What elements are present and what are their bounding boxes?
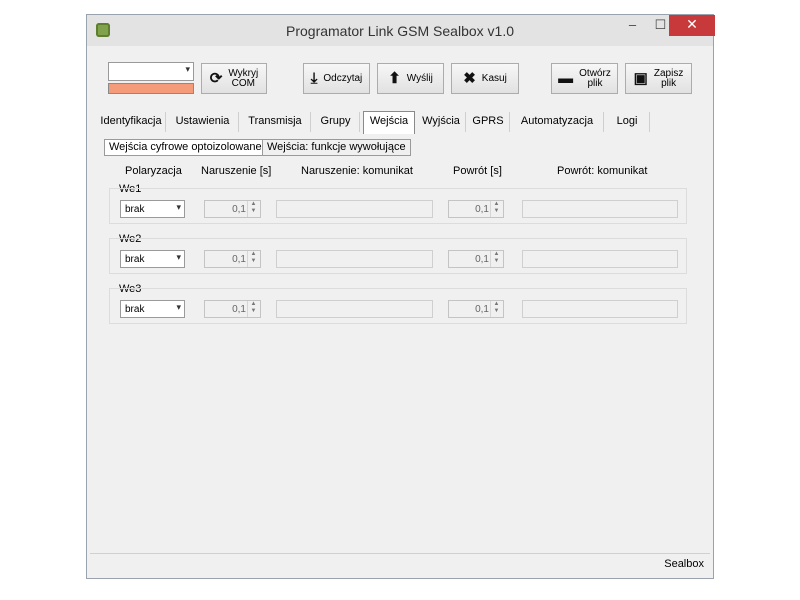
- polarization-select-we1[interactable]: brak ▾: [120, 200, 185, 218]
- restore-msg-field-we1[interactable]: [522, 200, 678, 218]
- app-window: Programator Link GSM Sealbox v1.0 – ☐ ✕ …: [86, 14, 715, 579]
- violation-msg-field-we1[interactable]: [276, 200, 433, 218]
- tab-automatyzacja[interactable]: Automatyzacja: [511, 112, 604, 132]
- tab-ustawienia[interactable]: Ustawienia: [167, 112, 239, 132]
- upload-icon: ⬆: [388, 70, 401, 87]
- polarization-select-we2[interactable]: brak ▾: [120, 250, 185, 268]
- spin-arrows-icon[interactable]: ▲ ▼: [247, 251, 259, 267]
- minimize-button[interactable]: –: [619, 15, 646, 36]
- chevron-down-icon: ▾: [185, 64, 190, 74]
- chevron-down-icon: ▾: [176, 202, 181, 212]
- violation-msg-field-we2[interactable]: [276, 250, 433, 268]
- spin-arrows-icon[interactable]: ▲ ▼: [247, 201, 259, 217]
- save-file-button[interactable]: ▣ Zapisz plik: [625, 63, 692, 94]
- read-button[interactable]: ⤓ Odczytaj: [303, 63, 370, 94]
- folder-icon: ▬: [558, 70, 574, 87]
- chevron-down-icon: ▾: [176, 252, 181, 262]
- spin-arrows-icon[interactable]: ▲ ▼: [490, 201, 502, 217]
- clear-icon: ✖: [463, 70, 476, 87]
- download-icon: ⤓: [310, 70, 318, 87]
- port-status-bar: [108, 83, 194, 94]
- tab-wejscia[interactable]: Wejścia: [363, 111, 415, 134]
- restore-spinner-we2[interactable]: 0,1 ▲ ▼: [448, 250, 504, 268]
- com-port-select[interactable]: ▾: [108, 62, 194, 81]
- tab-wyjscia[interactable]: Wyjścia: [417, 112, 466, 132]
- save-icon: ▣: [633, 70, 648, 87]
- clear-button[interactable]: ✖ Kasuj: [451, 63, 519, 94]
- chevron-down-icon: ▾: [176, 302, 181, 312]
- tab-logi[interactable]: Logi: [605, 112, 650, 132]
- send-button[interactable]: ⬆ Wyślij: [377, 63, 444, 94]
- status-text: Sealbox: [664, 558, 704, 570]
- detect-com-button[interactable]: ⟳ Wykryj COM: [201, 63, 267, 94]
- violation-spinner-we3[interactable]: 0,1 ▲ ▼: [204, 300, 261, 318]
- subtab-optoisolated[interactable]: Wejścia cyfrowe optoizolowane: [104, 139, 267, 156]
- tab-transmisja[interactable]: Transmisja: [240, 112, 311, 132]
- restore-spinner-we1[interactable]: 0,1 ▲ ▼: [448, 200, 504, 218]
- header-restore-msg: Powrót: komunikat: [557, 165, 648, 177]
- refresh-icon: ⟳: [209, 70, 223, 87]
- spin-arrows-icon[interactable]: ▲ ▼: [247, 301, 259, 317]
- restore-spinner-we3[interactable]: 0,1 ▲ ▼: [448, 300, 504, 318]
- header-violation-msg: Naruszenie: komunikat: [301, 165, 413, 177]
- open-file-button[interactable]: ▬ Otwórz plik: [551, 63, 618, 94]
- close-button[interactable]: ✕: [669, 15, 715, 36]
- violation-spinner-we1[interactable]: 0,1 ▲ ▼: [204, 200, 261, 218]
- tab-gprs[interactable]: GPRS: [467, 112, 510, 132]
- status-bar: Sealbox: [90, 553, 710, 572]
- header-polarization: Polaryzacja: [125, 165, 182, 177]
- title-bar[interactable]: Programator Link GSM Sealbox v1.0 – ☐ ✕: [87, 15, 715, 46]
- restore-msg-field-we2[interactable]: [522, 250, 678, 268]
- polarization-select-we3[interactable]: brak ▾: [120, 300, 185, 318]
- header-restore: Powrót [s]: [453, 165, 502, 177]
- tab-grupy[interactable]: Grupy: [312, 112, 360, 132]
- subtab-functions[interactable]: Wejścia: funkcje wywołujące: [262, 139, 411, 156]
- header-violation: Naruszenie [s]: [201, 165, 272, 177]
- spin-arrows-icon[interactable]: ▲ ▼: [490, 251, 502, 267]
- restore-msg-field-we3[interactable]: [522, 300, 678, 318]
- spin-arrows-icon[interactable]: ▲ ▼: [490, 301, 502, 317]
- tab-identyfikacja[interactable]: Identyfikacja: [97, 112, 166, 132]
- violation-spinner-we2[interactable]: 0,1 ▲ ▼: [204, 250, 261, 268]
- violation-msg-field-we3[interactable]: [276, 300, 433, 318]
